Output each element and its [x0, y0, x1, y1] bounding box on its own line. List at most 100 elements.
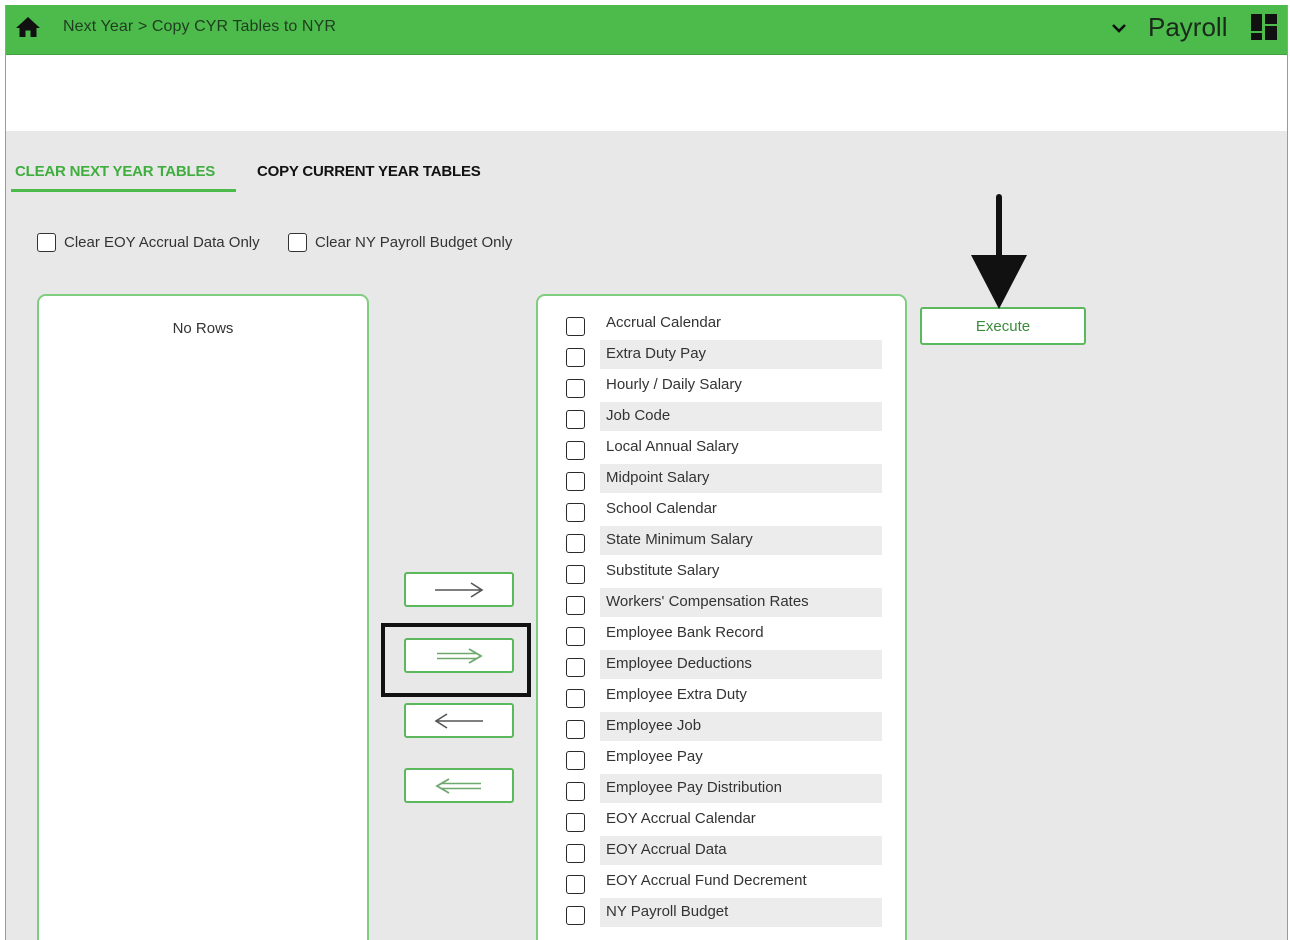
list-item-label: Employee Deductions [606, 655, 752, 672]
tab-clear-next-year-tables[interactable]: CLEAR NEXT YEAR TABLES [15, 163, 215, 180]
list-item-cell[interactable]: Local Annual Salary [600, 433, 882, 462]
list-item-checkbox[interactable] [566, 441, 585, 460]
top-bar: Next Year > Copy CYR Tables to NYR Payro… [6, 5, 1287, 55]
empty-list-message: No Rows [172, 320, 234, 337]
list-item-cell[interactable]: Employee Deductions [600, 650, 882, 679]
dashboard-grid-icon[interactable] [1250, 13, 1278, 41]
arrow-left-icon [434, 712, 483, 729]
list-item-cell[interactable]: Job Code [600, 402, 882, 431]
list-item-cell[interactable]: Employee Bank Record [600, 619, 882, 648]
list-item-label: Employee Pay [606, 748, 703, 765]
list-item-cell[interactable]: State Minimum Salary [600, 526, 882, 555]
list-item[interactable]: Employee Bank Record [558, 618, 882, 649]
chevron-down-icon[interactable] [1110, 19, 1128, 37]
active-tab-indicator [11, 189, 236, 192]
move-right-button[interactable] [404, 572, 514, 607]
arrow-right-icon [435, 581, 484, 598]
list-item-checkbox[interactable] [566, 906, 585, 925]
list-item-cell[interactable]: Extra Duty Pay [600, 340, 882, 369]
breadcrumb: Next Year > Copy CYR Tables to NYR [63, 18, 337, 35]
app-title: Payroll [1148, 12, 1228, 42]
toolbar-area [6, 55, 1287, 131]
list-item-checkbox[interactable] [566, 379, 585, 398]
move-left-button[interactable] [404, 703, 514, 738]
clear-eoy-option[interactable]: Clear EOY Accrual Data Only [37, 231, 260, 253]
list-item-label: Midpoint Salary [606, 469, 710, 486]
list-item[interactable]: EOY Accrual Fund Decrement [558, 866, 882, 897]
list-item[interactable]: School Calendar [558, 494, 882, 525]
list-item-cell[interactable]: Hourly / Daily Salary [600, 371, 882, 400]
clear-eoy-checkbox[interactable] [37, 232, 56, 252]
list-item[interactable]: Employee Deductions [558, 649, 882, 680]
move-all-left-button[interactable] [404, 768, 514, 803]
list-item-checkbox[interactable] [566, 658, 585, 677]
list-item-checkbox[interactable] [566, 596, 585, 615]
list-item[interactable]: Hourly / Daily Salary [558, 370, 882, 401]
list-item[interactable]: Workers' Compensation Rates [558, 587, 882, 618]
list-item-cell[interactable]: Accrual Calendar [600, 309, 882, 338]
home-icon[interactable] [15, 15, 41, 39]
list-item-cell[interactable]: EOY Accrual Calendar [600, 805, 882, 834]
list-item[interactable]: Substitute Salary [558, 556, 882, 587]
list-item-label: Employee Pay Distribution [606, 779, 782, 796]
list-item-cell[interactable]: EOY Accrual Fund Decrement [600, 867, 882, 896]
list-item-checkbox[interactable] [566, 410, 585, 429]
list-item[interactable]: State Minimum Salary [558, 525, 882, 556]
app-frame: Next Year > Copy CYR Tables to NYR Payro… [5, 5, 1288, 940]
list-item-checkbox[interactable] [566, 751, 585, 770]
list-item-label: State Minimum Salary [606, 531, 753, 548]
tab-copy-current-year-tables[interactable]: COPY CURRENT YEAR TABLES [257, 163, 481, 180]
table-list: Accrual Calendar Extra Duty Pay Hourly / D… [558, 308, 882, 928]
list-item-cell[interactable]: Employee Pay Distribution [600, 774, 882, 803]
highlight-box [381, 623, 531, 697]
list-item-checkbox[interactable] [566, 348, 585, 367]
clear-eoy-label: Clear EOY Accrual Data Only [64, 233, 260, 251]
list-item-cell[interactable]: Midpoint Salary [600, 464, 882, 493]
list-item-label: Workers' Compensation Rates [606, 593, 809, 610]
clear-ny-budget-checkbox[interactable] [288, 232, 307, 252]
right-list-panel: Accrual Calendar Extra Duty Pay Hourly / D… [536, 294, 907, 940]
list-item-checkbox[interactable] [566, 565, 585, 584]
list-item-checkbox[interactable] [566, 782, 585, 801]
clear-ny-budget-option[interactable]: Clear NY Payroll Budget Only [288, 231, 512, 253]
list-item[interactable]: Midpoint Salary [558, 463, 882, 494]
list-item[interactable]: Employee Pay [558, 742, 882, 773]
list-item[interactable]: Local Annual Salary [558, 432, 882, 463]
list-item-checkbox[interactable] [566, 503, 585, 522]
list-item-checkbox[interactable] [566, 472, 585, 491]
list-item-label: Accrual Calendar [606, 314, 722, 331]
list-item-cell[interactable]: Substitute Salary [600, 557, 882, 586]
list-item[interactable]: Employee Job [558, 711, 882, 742]
list-item[interactable]: Accrual Calendar [558, 308, 882, 339]
list-item-label: Job Code [606, 407, 671, 424]
list-item-checkbox[interactable] [566, 317, 585, 336]
list-item-label: Hourly / Daily Salary [606, 376, 742, 393]
list-item[interactable]: EOY Accrual Calendar [558, 804, 882, 835]
list-item-checkbox[interactable] [566, 813, 585, 832]
list-item-label: School Calendar [606, 500, 717, 517]
down-arrow-annotation-icon [971, 194, 1027, 309]
left-list-panel[interactable]: No Rows [37, 294, 369, 940]
list-item-cell[interactable]: Employee Job [600, 712, 882, 741]
list-item-cell[interactable]: Employee Pay [600, 743, 882, 772]
list-item-checkbox[interactable] [566, 720, 585, 739]
double-arrow-left-icon [435, 777, 481, 794]
list-item[interactable]: EOY Accrual Data [558, 835, 882, 866]
list-item-cell[interactable]: Workers' Compensation Rates [600, 588, 882, 617]
list-item[interactable]: Extra Duty Pay [558, 339, 882, 370]
list-item-cell[interactable]: Employee Extra Duty [600, 681, 882, 710]
list-item-checkbox[interactable] [566, 627, 585, 646]
list-item[interactable]: NY Payroll Budget [558, 897, 882, 928]
list-item-label: EOY Accrual Data [606, 841, 727, 858]
list-item[interactable]: Job Code [558, 401, 882, 432]
list-item[interactable]: Employee Extra Duty [558, 680, 882, 711]
list-item-cell[interactable]: EOY Accrual Data [600, 836, 882, 865]
list-item-checkbox[interactable] [566, 844, 585, 863]
list-item-checkbox[interactable] [566, 534, 585, 553]
list-item-cell[interactable]: NY Payroll Budget [600, 898, 882, 927]
list-item-cell[interactable]: School Calendar [600, 495, 882, 524]
list-item[interactable]: Employee Pay Distribution [558, 773, 882, 804]
list-item-checkbox[interactable] [566, 689, 585, 708]
list-item-checkbox[interactable] [566, 875, 585, 894]
list-item-label: EOY Accrual Calendar [606, 810, 756, 827]
